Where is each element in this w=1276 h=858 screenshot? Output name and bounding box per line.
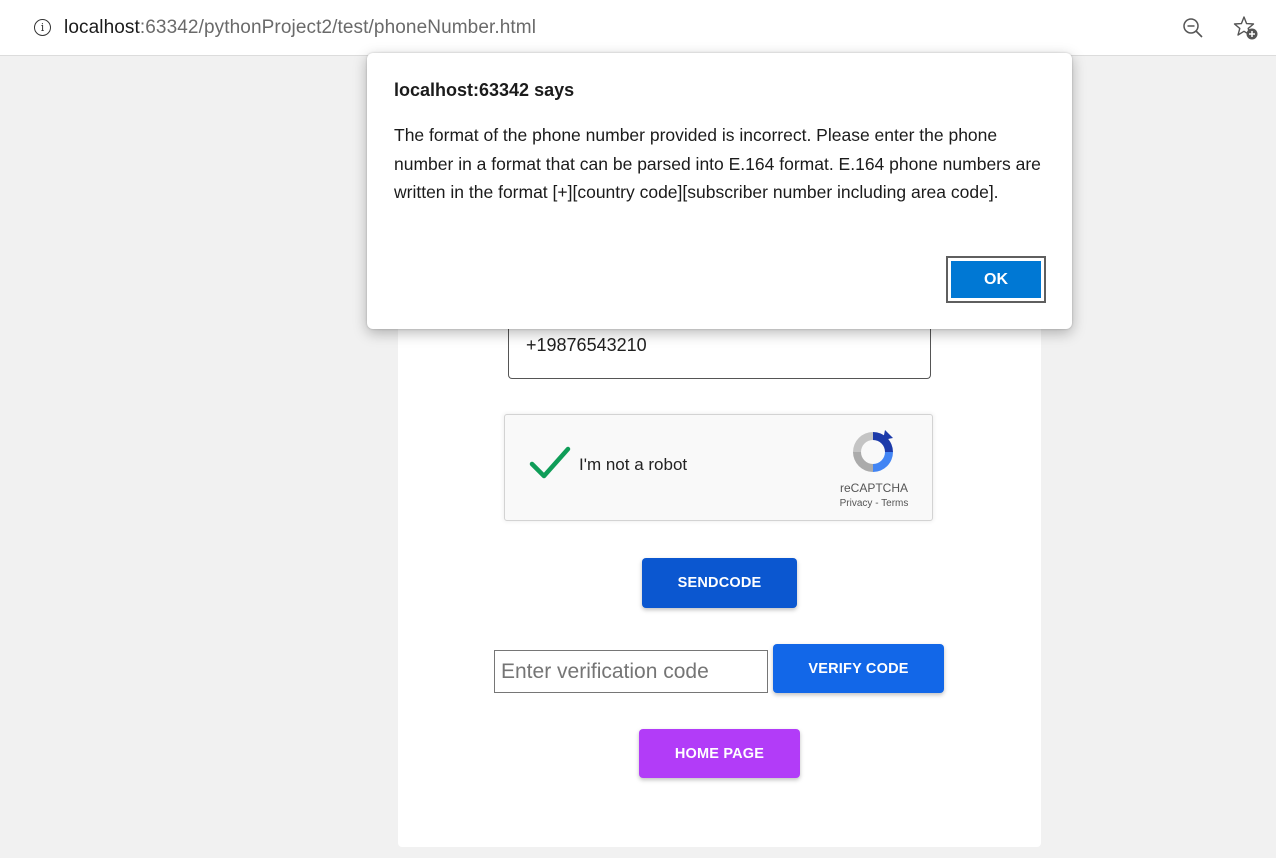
- recaptcha-logo-icon: [853, 430, 893, 472]
- recaptcha-brand: reCAPTCHA: [839, 481, 908, 495]
- info-icon[interactable]: i: [34, 19, 51, 36]
- ok-button-label: OK: [951, 261, 1041, 298]
- verification-code-placeholder: Enter verification code: [501, 660, 709, 683]
- url-host: localhost: [64, 17, 140, 38]
- zoom-out-icon[interactable]: [1182, 17, 1204, 39]
- url-field[interactable]: localhost:63342/pythonProject2/test/phon…: [64, 16, 536, 40]
- send-code-button[interactable]: SENDCODE: [642, 558, 797, 608]
- dialog-title: localhost:63342 says: [394, 80, 575, 100]
- home-page-button[interactable]: HOME PAGE: [639, 729, 800, 778]
- recaptcha-label: I'm not a robot: [579, 455, 688, 474]
- verify-code-button[interactable]: VERIFY CODE: [773, 644, 944, 693]
- recaptcha-privacy-terms[interactable]: Privacy - Terms: [826, 498, 922, 509]
- url-path: :63342/pythonProject2/test/phoneNumber.h…: [139, 17, 537, 38]
- ok-button[interactable]: OK: [946, 256, 1046, 303]
- add-favorite-icon[interactable]: [1233, 15, 1259, 41]
- checkmark-icon[interactable]: [529, 445, 571, 481]
- phone-number-value: +19876543210: [526, 335, 647, 355]
- address-bar: i localhost:63342/pythonProject2/test/ph…: [0, 0, 1276, 56]
- dialog-message: The format of the phone number provided …: [394, 125, 1041, 202]
